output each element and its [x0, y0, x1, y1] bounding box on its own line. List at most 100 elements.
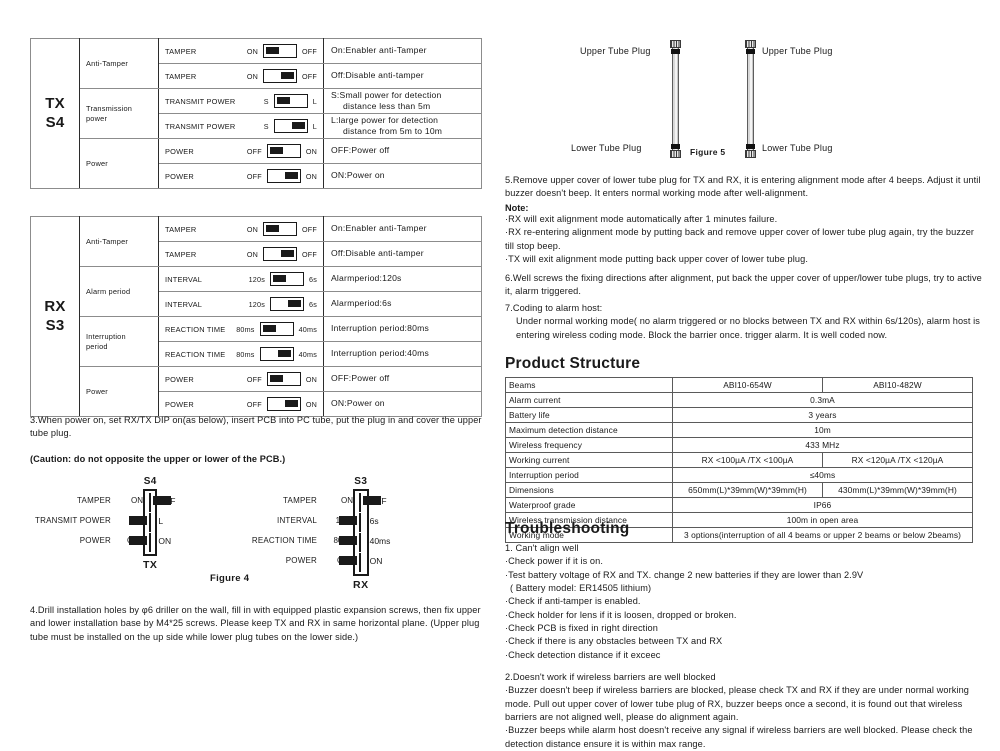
- dip-switch-toggle[interactable]: [149, 493, 151, 512]
- tube-band-bottom: [746, 144, 755, 149]
- step-6-text: 6.Well screws the fixing directions afte…: [505, 273, 982, 297]
- dip-switch-toggle[interactable]: [263, 222, 298, 236]
- tube-cap-top: [745, 40, 756, 48]
- rx-desc: Off:Disable anti-tamper: [323, 241, 482, 267]
- table-row: Wireless frequency 433 MHz: [505, 437, 973, 453]
- tube-band-top: [671, 49, 680, 54]
- tube-body: [672, 46, 679, 152]
- rx-desc: OFF:Power off: [323, 366, 482, 392]
- switch-right-label: ON: [305, 171, 317, 181]
- rx-group-label-interruption-period: Interruption period: [79, 316, 159, 367]
- tx-switch-cell: TAMPER ON OFF: [158, 38, 324, 64]
- dip-switch-toggle[interactable]: [149, 533, 151, 552]
- s4-switch-bank: TAMPER ON OFF TRANSMIT POWER S L POWER O…: [35, 489, 175, 556]
- switch-name: TAMPER: [165, 46, 197, 56]
- step-7-block: 7.Coding to alarm host: Under normal wor…: [505, 302, 983, 342]
- tx-switch-cell: POWER OFF ON: [158, 163, 324, 189]
- switch-right-label: OFF: [302, 46, 317, 56]
- desc-line1: On:Enabler anti-Tamper: [331, 223, 427, 234]
- switch-left-label: ON: [246, 249, 259, 259]
- dip-switch-toggle[interactable]: [273, 119, 308, 133]
- table-row: Interruption period ≤40ms: [505, 467, 973, 483]
- step-5-text: 5.Remove upper cover of lower tube plug …: [505, 175, 981, 199]
- tx-desc: ON:Power on: [323, 163, 482, 189]
- spec-value: 10m: [672, 422, 973, 438]
- dip-switch-toggle[interactable]: [259, 322, 294, 336]
- switch-right-label: OFF: [302, 224, 317, 234]
- dip-line: TAMPER ON OFF: [77, 493, 175, 512]
- switch-name: TAMPER: [165, 224, 197, 234]
- switch-left-label: OFF: [246, 146, 262, 156]
- dip-line-name: TAMPER: [77, 496, 111, 505]
- switch-name: POWER: [165, 399, 194, 409]
- product-structure-heading: Product Structure: [505, 355, 641, 372]
- switch-right-label: ON: [305, 374, 317, 384]
- trouble-point: ·Check PCB is fixed in right direction: [505, 623, 658, 634]
- dip-switch-toggle[interactable]: [359, 553, 361, 572]
- trouble-point: ·Buzzer doesn't beep if wireless barrier…: [505, 685, 970, 723]
- table-row: Beams ABI10-654W ABI10-482W: [505, 377, 973, 393]
- switch-right-label: 6s: [309, 274, 317, 284]
- rx-unit-line2: S3: [45, 316, 65, 334]
- s3-title: S3: [354, 476, 368, 487]
- rx-block-footer: RX: [353, 579, 369, 591]
- step-3-text: 3.When power on, set RX/TX DIP on(as bel…: [30, 415, 482, 439]
- dip-switch-toggle[interactable]: [359, 493, 361, 512]
- desc-line1: OFF:Power off: [331, 145, 390, 156]
- desc-line1: OFF:Power off: [331, 373, 390, 384]
- rx-switch-cell: POWER OFF ON: [158, 391, 324, 417]
- tube-graphic-left: [670, 40, 681, 158]
- trouble-item-1-title: 1. Can't align well: [505, 543, 579, 553]
- rx-group-label-anti-tamper: Anti-Tamper: [79, 216, 159, 267]
- right-column: Upper Tube Plug Lower Tube Plug Upper Tu…: [505, 0, 985, 749]
- note-title: Note:: [505, 203, 529, 213]
- dip-switch-toggle[interactable]: [273, 94, 308, 108]
- dip-switch-toggle[interactable]: [266, 397, 301, 411]
- tx-group-label-transmission-power: Transmission power: [79, 88, 159, 139]
- dip-switch-toggle[interactable]: [270, 272, 304, 286]
- tube-cap-top: [670, 40, 681, 48]
- group-label-line1: Transmission: [86, 104, 133, 114]
- dip-switch-toggle[interactable]: [263, 247, 298, 261]
- desc-line2: distance less than 5m: [343, 101, 431, 111]
- rx-group-label-power: Power: [79, 366, 159, 417]
- dip-line-name: INTERVAL: [277, 516, 317, 525]
- dip-line: INTERVAL 120s 6s: [277, 513, 379, 532]
- product-structure-table: Beams ABI10-654W ABI10-482W Alarm curren…: [505, 377, 973, 543]
- dip-switch-toggle[interactable]: [270, 297, 304, 311]
- rx-switch-cell: INTERVAL 120s 6s: [158, 291, 324, 317]
- dip-switch-toggle[interactable]: [359, 533, 361, 552]
- switch-name: INTERVAL: [165, 299, 203, 309]
- switch-name: TAMPER: [165, 249, 197, 259]
- rx-desc: Alarmperiod:120s: [323, 266, 482, 292]
- switch-left-label: ON: [246, 46, 259, 56]
- dip-switch-toggle[interactable]: [259, 347, 294, 361]
- switch-name: TRANSMIT POWER: [165, 96, 236, 106]
- dip-switch-toggle[interactable]: [359, 513, 361, 532]
- step-4-text: 4.Drill installation holes by φ6 driller…: [30, 605, 481, 642]
- tx-desc: On:Enabler anti-Tamper: [323, 38, 482, 64]
- dip-switch-toggle[interactable]: [266, 144, 301, 158]
- note-block: Note: ·RX will exit alignment mode autom…: [505, 203, 983, 266]
- s3-switch-bank: TAMPER ON OFF INTERVAL 120s 6s REACTION …: [252, 489, 390, 576]
- dip-line-name: TRANSMIT POWER: [35, 516, 111, 525]
- dip-line-right-label: ON: [158, 536, 172, 546]
- group-label-line2: power: [86, 113, 108, 123]
- left-tube-lower-plug-label: Lower Tube Plug: [571, 143, 642, 153]
- table-row: Working current RX <100µA /TX <100µA RX …: [505, 452, 973, 468]
- trouble-point: ·Check detection distance if it exceec: [505, 649, 661, 660]
- switch-left-label: 80ms: [236, 324, 255, 334]
- dip-switch-toggle[interactable]: [263, 44, 298, 58]
- dip-switch-toggle[interactable]: [266, 372, 301, 386]
- dip-line: POWER OFF ON: [80, 533, 171, 552]
- spec-value-model-1: RX <100µA /TX <100µA: [672, 452, 823, 468]
- dip-switch-toggle[interactable]: [263, 69, 298, 83]
- switch-left-label: OFF: [246, 171, 262, 181]
- trouble-point: ·Check holder for lens if it is loosen, …: [505, 609, 737, 620]
- rx-unit-label: RX S3: [30, 216, 80, 417]
- dip-switch-toggle[interactable]: [149, 513, 151, 532]
- left-tube-upper-plug-label: Upper Tube Plug: [580, 46, 651, 56]
- dip-switch-toggle[interactable]: [266, 169, 301, 183]
- switch-name: TAMPER: [165, 71, 197, 81]
- trouble-point: ·Check if there is any obstacles between…: [505, 636, 723, 647]
